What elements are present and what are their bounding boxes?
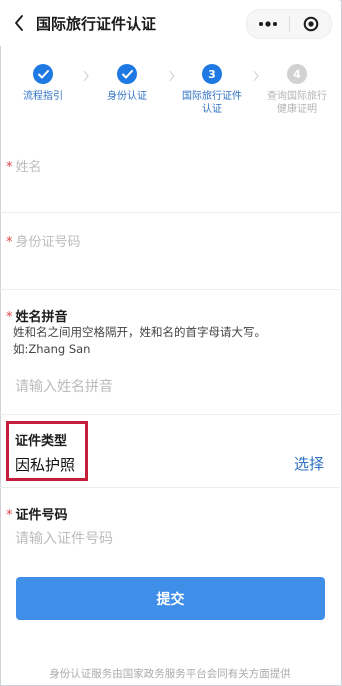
- step-1: 流程指引: [0, 58, 86, 103]
- close-button[interactable]: [290, 10, 331, 38]
- step-2-check: [117, 64, 137, 84]
- pinyin-label: 姓名拼音: [15, 310, 68, 325]
- annotation-highlight-box: [6, 421, 88, 481]
- name-field[interactable]: * 姓名: [0, 140, 340, 213]
- required-mark: *: [6, 310, 13, 325]
- step-indicator: 流程指引 身份认证 3 国际旅行证件 认证 4 查询国际旅行 健康证明: [0, 58, 340, 128]
- step-3: 3 国际旅行证件 认证: [169, 58, 255, 116]
- step-4-label-line1: 查询国际旅行: [267, 91, 327, 102]
- check-icon: [121, 69, 133, 78]
- check-icon: [37, 69, 49, 78]
- required-mark: *: [6, 235, 13, 250]
- step-4-label-line2: 健康证明: [277, 104, 317, 115]
- submit-button[interactable]: 提交: [16, 577, 325, 620]
- footer-text: 身份认证服务由国家政务服务平台会同有关方面提供: [49, 668, 291, 680]
- select-doc-type-link[interactable]: 选择: [294, 453, 324, 474]
- id-number-field[interactable]: * 身份证号码: [0, 213, 340, 290]
- step-4: 4 查询国际旅行 健康证明: [254, 58, 340, 116]
- mini-program-capsule: [246, 9, 332, 39]
- title-bar: 国际旅行证件认证: [0, 0, 340, 46]
- required-mark: *: [6, 160, 13, 175]
- doc-number-input[interactable]: 请输入证件号码: [15, 528, 113, 548]
- required-mark: *: [6, 508, 13, 523]
- step-2-label: 身份认证: [107, 91, 147, 102]
- step-1-label: 流程指引: [23, 91, 63, 102]
- step-3-number: 3: [202, 64, 222, 84]
- pinyin-hint-line1: 姓和名之间用空格隔开，姓和名的首字母请大写。: [13, 325, 266, 339]
- doc-number-field: * 证件号码 请输入证件号码: [0, 488, 340, 560]
- step-3-label-line1: 国际旅行证件: [182, 91, 242, 102]
- chevron-left-icon: [15, 15, 23, 31]
- pinyin-field: * 姓名拼音 姓和名之间用空格隔开，姓和名的首字母请大写。 如:Zhang San…: [0, 290, 340, 415]
- step-4-number: 4: [287, 64, 307, 84]
- step-2: 身份认证: [84, 58, 170, 103]
- step-1-check: [33, 64, 53, 84]
- name-placeholder: 姓名: [15, 160, 42, 175]
- id-number-placeholder: 身份证号码: [15, 235, 81, 250]
- back-button[interactable]: [10, 12, 28, 34]
- pinyin-hint-line2: 如:Zhang San: [13, 342, 91, 356]
- doc-number-label: 证件号码: [15, 508, 68, 523]
- page-title: 国际旅行证件认证: [36, 15, 157, 33]
- step-3-label-line2: 认证: [202, 104, 222, 115]
- more-button[interactable]: [247, 10, 289, 38]
- pinyin-input[interactable]: 请输入姓名拼音: [15, 376, 113, 396]
- target-close-icon: [303, 16, 318, 32]
- more-dots-icon: [259, 21, 277, 27]
